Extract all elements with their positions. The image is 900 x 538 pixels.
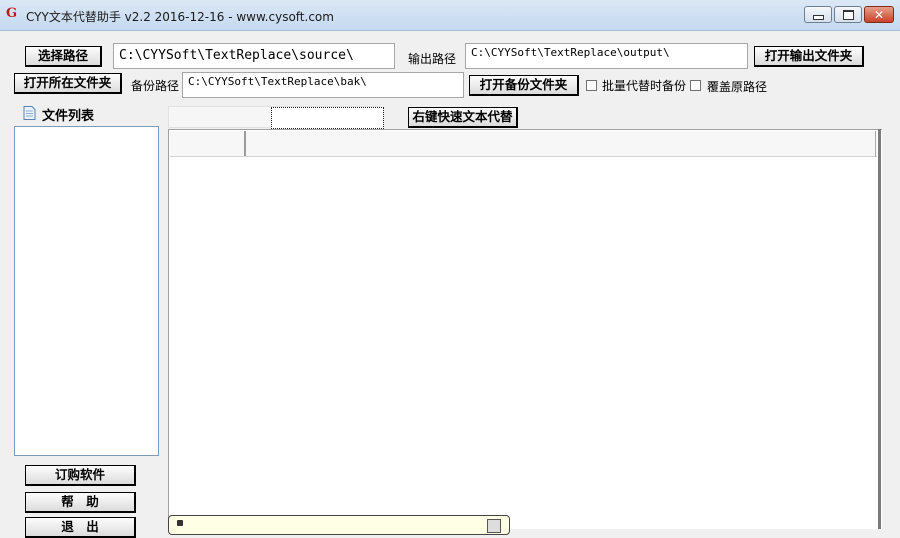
- open-output-folder-button[interactable]: 打开输出文件夹: [754, 46, 864, 67]
- window-title: CYY文本代替助手 v2.2 2016-12-16 - www.cysoft.c…: [26, 10, 334, 24]
- open-location-folder-button[interactable]: 打开所在文件夹: [14, 73, 122, 94]
- help-button[interactable]: 帮 助: [25, 492, 136, 513]
- grid-divider: [875, 131, 876, 157]
- grid-scrollbar-edge: [878, 129, 881, 529]
- output-path-input[interactable]: C:\CYYSoft\TextReplace\output\: [465, 43, 748, 69]
- minimize-icon: [812, 15, 824, 20]
- quick-replace-button[interactable]: 右键快速文本代替: [408, 107, 518, 128]
- batch-backup-label: 批量代替时备份: [602, 79, 687, 93]
- order-software-button[interactable]: 订购软件: [25, 465, 136, 486]
- overwrite-path-checkbox[interactable]: [690, 80, 701, 91]
- active-tab[interactable]: [271, 107, 384, 129]
- file-list-icon: [23, 106, 36, 120]
- popup-close-button[interactable]: [487, 519, 501, 533]
- exit-button[interactable]: 退 出: [25, 517, 136, 538]
- backup-path-label: 备份路径: [131, 79, 180, 93]
- title-bar[interactable]: G CYY文本代替助手 v2.2 2016-12-16 - www.cysoft…: [0, 0, 900, 31]
- select-path-button[interactable]: 选择路径: [25, 46, 102, 67]
- grid-header-first-column[interactable]: [170, 131, 246, 156]
- file-list-title: 文件列表: [42, 109, 95, 124]
- output-path-label: 输出路径: [408, 52, 457, 66]
- open-backup-folder-button[interactable]: 打开备份文件夹: [469, 75, 579, 96]
- close-icon: ✕: [873, 7, 885, 22]
- batch-backup-checkbox[interactable]: [586, 80, 597, 91]
- file-list[interactable]: [14, 126, 159, 456]
- overwrite-path-label: 覆盖原路径: [707, 80, 768, 94]
- app-icon: G: [6, 6, 18, 21]
- source-path-input[interactable]: C:\CYYSoft\TextReplace\source\: [113, 43, 395, 69]
- maximize-icon: [842, 9, 854, 20]
- close-button[interactable]: ✕: [864, 6, 894, 23]
- minimize-button[interactable]: [804, 6, 832, 23]
- popup-icon: [177, 520, 183, 526]
- grid-header: [170, 131, 877, 157]
- backup-path-input[interactable]: C:\CYYSoft\TextReplace\bak\: [182, 72, 464, 98]
- maximize-button[interactable]: [834, 6, 862, 23]
- tooltip-popup: [168, 515, 510, 535]
- content-grid[interactable]: [168, 129, 882, 529]
- window-controls: ✕: [802, 6, 894, 23]
